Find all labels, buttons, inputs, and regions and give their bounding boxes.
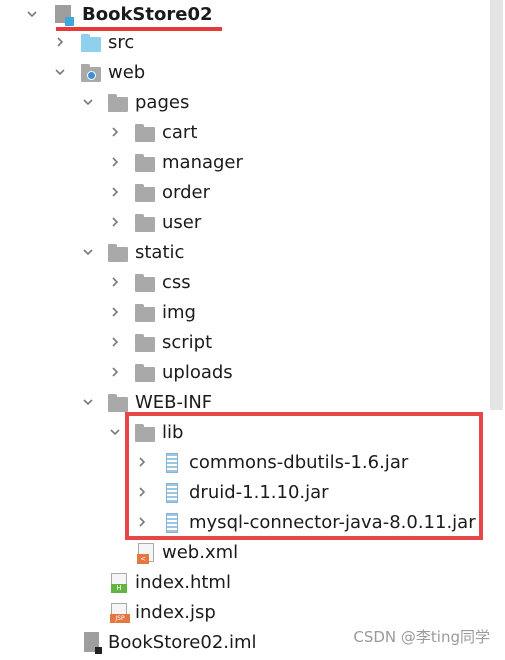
chevron-down-icon[interactable] bbox=[24, 0, 40, 30]
pages-label: pages bbox=[135, 92, 190, 113]
tree-row-order[interactable]: order bbox=[0, 178, 480, 208]
user-label: user bbox=[162, 212, 202, 233]
folder-icon bbox=[135, 304, 155, 322]
source-folder-icon bbox=[81, 34, 101, 52]
project-label: BookStore02 bbox=[82, 4, 213, 25]
order-label: order bbox=[162, 182, 210, 203]
highlight-box bbox=[125, 412, 483, 540]
folder-icon bbox=[135, 214, 155, 232]
folder-icon bbox=[135, 124, 155, 142]
tree-row-index-jsp[interactable]: JSP index.jsp bbox=[0, 598, 480, 628]
tree-row-index-html[interactable]: H index.html bbox=[0, 568, 480, 598]
folder-icon bbox=[135, 274, 155, 292]
folder-icon bbox=[135, 154, 155, 172]
folder-icon bbox=[135, 334, 155, 352]
web-xml-label: web.xml bbox=[162, 542, 239, 563]
chevron-right-icon[interactable] bbox=[107, 118, 123, 148]
chevron-right-icon[interactable] bbox=[107, 268, 123, 298]
chevron-right-icon[interactable] bbox=[107, 298, 123, 328]
tree-row-static[interactable]: static bbox=[0, 238, 480, 268]
jsp-file-icon: JSP bbox=[110, 603, 130, 623]
tree-row-css[interactable]: css bbox=[0, 268, 480, 298]
chevron-down-icon[interactable] bbox=[80, 388, 96, 418]
tree-row-script[interactable]: script bbox=[0, 328, 480, 358]
tree-row-project[interactable]: BookStore02 bbox=[0, 0, 480, 30]
chevron-down-icon[interactable] bbox=[80, 88, 96, 118]
folder-icon bbox=[135, 184, 155, 202]
chevron-right-icon[interactable] bbox=[52, 28, 68, 58]
tree-row-pages[interactable]: pages bbox=[0, 88, 480, 118]
iml-file-icon bbox=[84, 632, 102, 654]
iml-label: BookStore02.iml bbox=[108, 632, 257, 653]
img-label: img bbox=[162, 302, 196, 323]
scrollbar[interactable] bbox=[490, 0, 503, 410]
script-label: script bbox=[162, 332, 213, 353]
chevron-right-icon[interactable] bbox=[107, 208, 123, 238]
chevron-down-icon[interactable] bbox=[52, 58, 68, 88]
chevron-right-icon[interactable] bbox=[107, 358, 123, 388]
css-label: css bbox=[162, 272, 191, 293]
chevron-down-icon[interactable] bbox=[107, 418, 123, 448]
folder-icon bbox=[108, 94, 128, 112]
folder-icon bbox=[108, 244, 128, 262]
web-label: web bbox=[108, 62, 146, 83]
tree-row-iml[interactable]: BookStore02.iml bbox=[0, 628, 300, 658]
tree-row-user[interactable]: user bbox=[0, 208, 480, 238]
tree-row-src[interactable]: src bbox=[0, 28, 480, 58]
html-file-icon: H bbox=[111, 573, 127, 593]
tree-row-manager[interactable]: manager bbox=[0, 148, 480, 178]
jsp-badge: JSP bbox=[110, 614, 130, 623]
index-jsp-label: index.jsp bbox=[135, 602, 216, 623]
xml-badge: < bbox=[137, 554, 149, 564]
chevron-right-icon[interactable] bbox=[107, 328, 123, 358]
tree-row-uploads[interactable]: uploads bbox=[0, 358, 480, 388]
tree-row-img[interactable]: img bbox=[0, 298, 480, 328]
uploads-label: uploads bbox=[162, 362, 233, 383]
tree-row-cart[interactable]: cart bbox=[0, 118, 480, 148]
folder-icon bbox=[108, 394, 128, 412]
index-html-label: index.html bbox=[135, 572, 231, 593]
tree-row-web[interactable]: web bbox=[0, 58, 480, 88]
chevron-down-icon[interactable] bbox=[80, 238, 96, 268]
manager-label: manager bbox=[162, 152, 243, 173]
folder-icon bbox=[135, 364, 155, 382]
chevron-right-icon[interactable] bbox=[107, 148, 123, 178]
html-badge: H bbox=[111, 584, 127, 593]
chevron-right-icon[interactable] bbox=[107, 178, 123, 208]
project-icon bbox=[55, 5, 74, 26]
cart-label: cart bbox=[162, 122, 198, 143]
watermark: CSDN @李ting同学 bbox=[353, 628, 490, 646]
static-label: static bbox=[135, 242, 185, 263]
web-folder-icon bbox=[81, 64, 101, 82]
xml-file-icon: < bbox=[137, 543, 154, 564]
src-label: src bbox=[108, 32, 135, 53]
tree-row-web-xml[interactable]: < web.xml bbox=[0, 538, 480, 568]
